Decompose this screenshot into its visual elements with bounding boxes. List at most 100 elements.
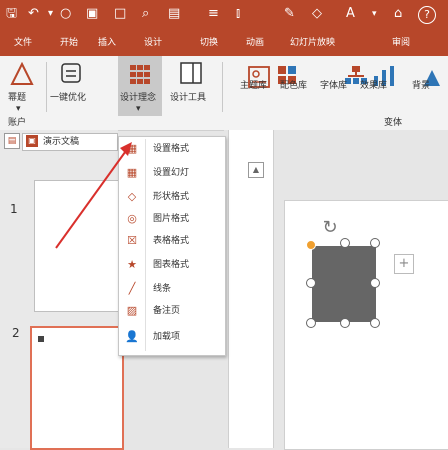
variant-theme-label[interactable]: 主题库 xyxy=(240,80,267,92)
chevron-down-icon: ▾ xyxy=(136,104,141,114)
text-direction-icon[interactable]: ≡ xyxy=(208,5,219,23)
menu-item[interactable]: ◎ 图片格式 xyxy=(119,209,225,229)
design-ideas-button[interactable]: 设计理念 ▾ xyxy=(118,56,162,116)
add-icon[interactable]: + xyxy=(394,254,414,274)
shape-icon xyxy=(10,62,34,85)
slideshow-start-icon[interactable]: ▣ xyxy=(86,5,98,23)
chevron-down-icon[interactable]: ▾ xyxy=(372,5,377,23)
tab-transitions[interactable]: 切换 xyxy=(200,36,218,50)
redo-icon[interactable]: ○ xyxy=(60,5,71,23)
menu-item[interactable]: ★ 图表格式 xyxy=(119,255,225,275)
menu-item[interactable]: ☒ 表格格式 xyxy=(119,231,225,251)
grid-icon: ▦ xyxy=(126,142,138,155)
design-tools-button[interactable]: 设计工具 xyxy=(166,56,216,116)
menu-item-label: 图表格式 xyxy=(153,260,190,270)
tab-home[interactable]: 开始 xyxy=(60,36,78,50)
grid-icon: ▦ xyxy=(126,166,138,179)
thumbnail-shape xyxy=(38,336,44,342)
resize-handle[interactable] xyxy=(340,318,350,328)
pen-icon[interactable]: ✎ xyxy=(284,5,295,23)
shape-fill-icon[interactable]: ◇ xyxy=(312,5,322,23)
tab-review[interactable]: 审阅 xyxy=(392,36,410,50)
optimize-button[interactable]: 一键优化 xyxy=(50,56,94,116)
pen-icon: ╱ xyxy=(128,282,136,295)
adjust-handle[interactable] xyxy=(306,240,316,250)
resize-handle[interactable] xyxy=(370,318,380,328)
title-bar: 🖫 ↶ ▾ ○ ▣ □ ⌕ ▤ ≡ ⫾ ✎ ◇ A ▾ ⌂ ? xyxy=(0,0,448,30)
design-tools-label: 设计工具 xyxy=(170,93,207,103)
help-icon[interactable]: ? xyxy=(418,6,436,24)
slide-thumbnail-2[interactable] xyxy=(30,326,124,450)
menu-item-label: 形状格式 xyxy=(153,192,190,202)
star-icon: ★ xyxy=(127,258,137,271)
alignment-icon[interactable]: ⫾ xyxy=(236,5,240,23)
outline-view-icon[interactable]: ▤ xyxy=(4,133,20,149)
circle-icon: ◎ xyxy=(127,212,137,225)
menu-item[interactable]: ▨ 备注页 xyxy=(119,301,225,321)
z-icon: ☒ xyxy=(127,234,137,247)
person-icon: 👤 xyxy=(125,330,139,343)
grid-icon xyxy=(130,65,150,84)
slides-tab-icon: ▣ xyxy=(26,135,38,147)
menu-item[interactable]: ◇ 形状格式 xyxy=(119,187,225,207)
slide-editing-canvas: ▲ ↻ + xyxy=(224,130,448,450)
menu-item[interactable]: ╱ 线条 xyxy=(119,279,225,299)
font-color-button[interactable]: A xyxy=(346,5,355,23)
ribbon-group-labels: 账户 变体 xyxy=(0,116,448,131)
find-icon[interactable]: ⌕ xyxy=(142,5,149,23)
variant-background-label[interactable]: 背景 xyxy=(412,80,430,92)
resize-handle[interactable] xyxy=(306,278,316,288)
slide-number: 1 xyxy=(10,202,18,216)
tab-slides[interactable]: ▣ 演示文稿 xyxy=(22,133,118,151)
menu-item[interactable]: 👤 加载项 xyxy=(119,327,225,347)
variant-effect-label[interactable]: 效果库 xyxy=(360,80,387,92)
slide-thumbnail-pane: ▤ ▣ 演示文稿 1 2 xyxy=(0,130,124,450)
menu-item-label: 加载项 xyxy=(153,332,181,342)
menu-item-label: 设置格式 xyxy=(153,144,190,154)
tab-insert[interactable]: 插入 xyxy=(98,36,116,50)
layout-icon[interactable]: ▤ xyxy=(168,5,180,23)
design-ideas-dropdown-menu: ▦ 设置格式 ▦ 设置幻灯 ◇ 形状格式 ◎ 图片格式 ☒ 表格格式 ★ 图表格… xyxy=(118,136,226,356)
dropdown-chevron-icon[interactable]: ▾ xyxy=(48,5,53,23)
menu-item-label: 设置幻灯 xyxy=(153,168,190,178)
tab-design[interactable]: 设计 xyxy=(144,36,162,50)
resize-handle[interactable] xyxy=(306,318,316,328)
resize-handle[interactable] xyxy=(370,278,380,288)
selected-shape[interactable] xyxy=(312,246,376,322)
menu-item-label: 线条 xyxy=(153,284,172,294)
ribbon: 幂题 ▾ 一键优化 设计理念 ▾ 设计工具 主题库 配色库 字体库 效果库 背景 xyxy=(0,56,448,117)
menu-item-label: 备注页 xyxy=(153,306,181,316)
optimize-icon xyxy=(61,63,81,83)
optimize-button-label: 一键优化 xyxy=(50,93,87,103)
save-icon[interactable]: 🖫 xyxy=(6,5,17,23)
menu-item-label: 图片格式 xyxy=(153,214,190,224)
divider xyxy=(46,62,47,112)
variant-color-label[interactable]: 配色库 xyxy=(280,80,307,92)
design-tools-icon xyxy=(180,62,202,84)
rotate-handle-icon[interactable]: ↻ xyxy=(318,216,342,240)
diamond-icon: ◇ xyxy=(127,190,137,203)
chevron-down-icon: ▾ xyxy=(16,104,21,114)
account-group-label: 账户 xyxy=(8,118,27,128)
undo-icon[interactable]: ↶ xyxy=(28,5,39,23)
menu-item-label: 表格格式 xyxy=(153,236,190,246)
slide-number: 2 xyxy=(12,326,20,340)
menu-item[interactable]: ▦ 设置格式 xyxy=(119,139,225,159)
variant-group-label: 变体 xyxy=(384,118,403,128)
divider xyxy=(222,62,223,112)
resize-handle[interactable] xyxy=(340,238,350,248)
slides-tab-label: 演示文稿 xyxy=(43,137,80,147)
theme-button[interactable]: 幂题 ▾ xyxy=(2,56,42,116)
tab-slideshow[interactable]: 幻灯片放映 xyxy=(290,36,335,50)
new-slide-icon[interactable]: □ xyxy=(114,5,126,23)
slide-thumbnail-1[interactable] xyxy=(34,180,120,312)
more-icon[interactable]: ⌂ xyxy=(394,5,402,23)
tab-file[interactable]: 文件 xyxy=(14,36,32,50)
ribbon-tab-bar: 文件 开始 插入 设计 切换 动画 幻灯片放映 审阅 xyxy=(0,30,448,56)
resize-handle[interactable] xyxy=(370,238,380,248)
scroll-up-icon[interactable]: ▲ xyxy=(248,162,264,178)
tab-animations[interactable]: 动画 xyxy=(246,36,264,50)
variant-font-label[interactable]: 字体库 xyxy=(320,80,347,92)
menu-item[interactable]: ▦ 设置幻灯 xyxy=(119,163,225,183)
notes-icon: ▨ xyxy=(126,304,138,317)
